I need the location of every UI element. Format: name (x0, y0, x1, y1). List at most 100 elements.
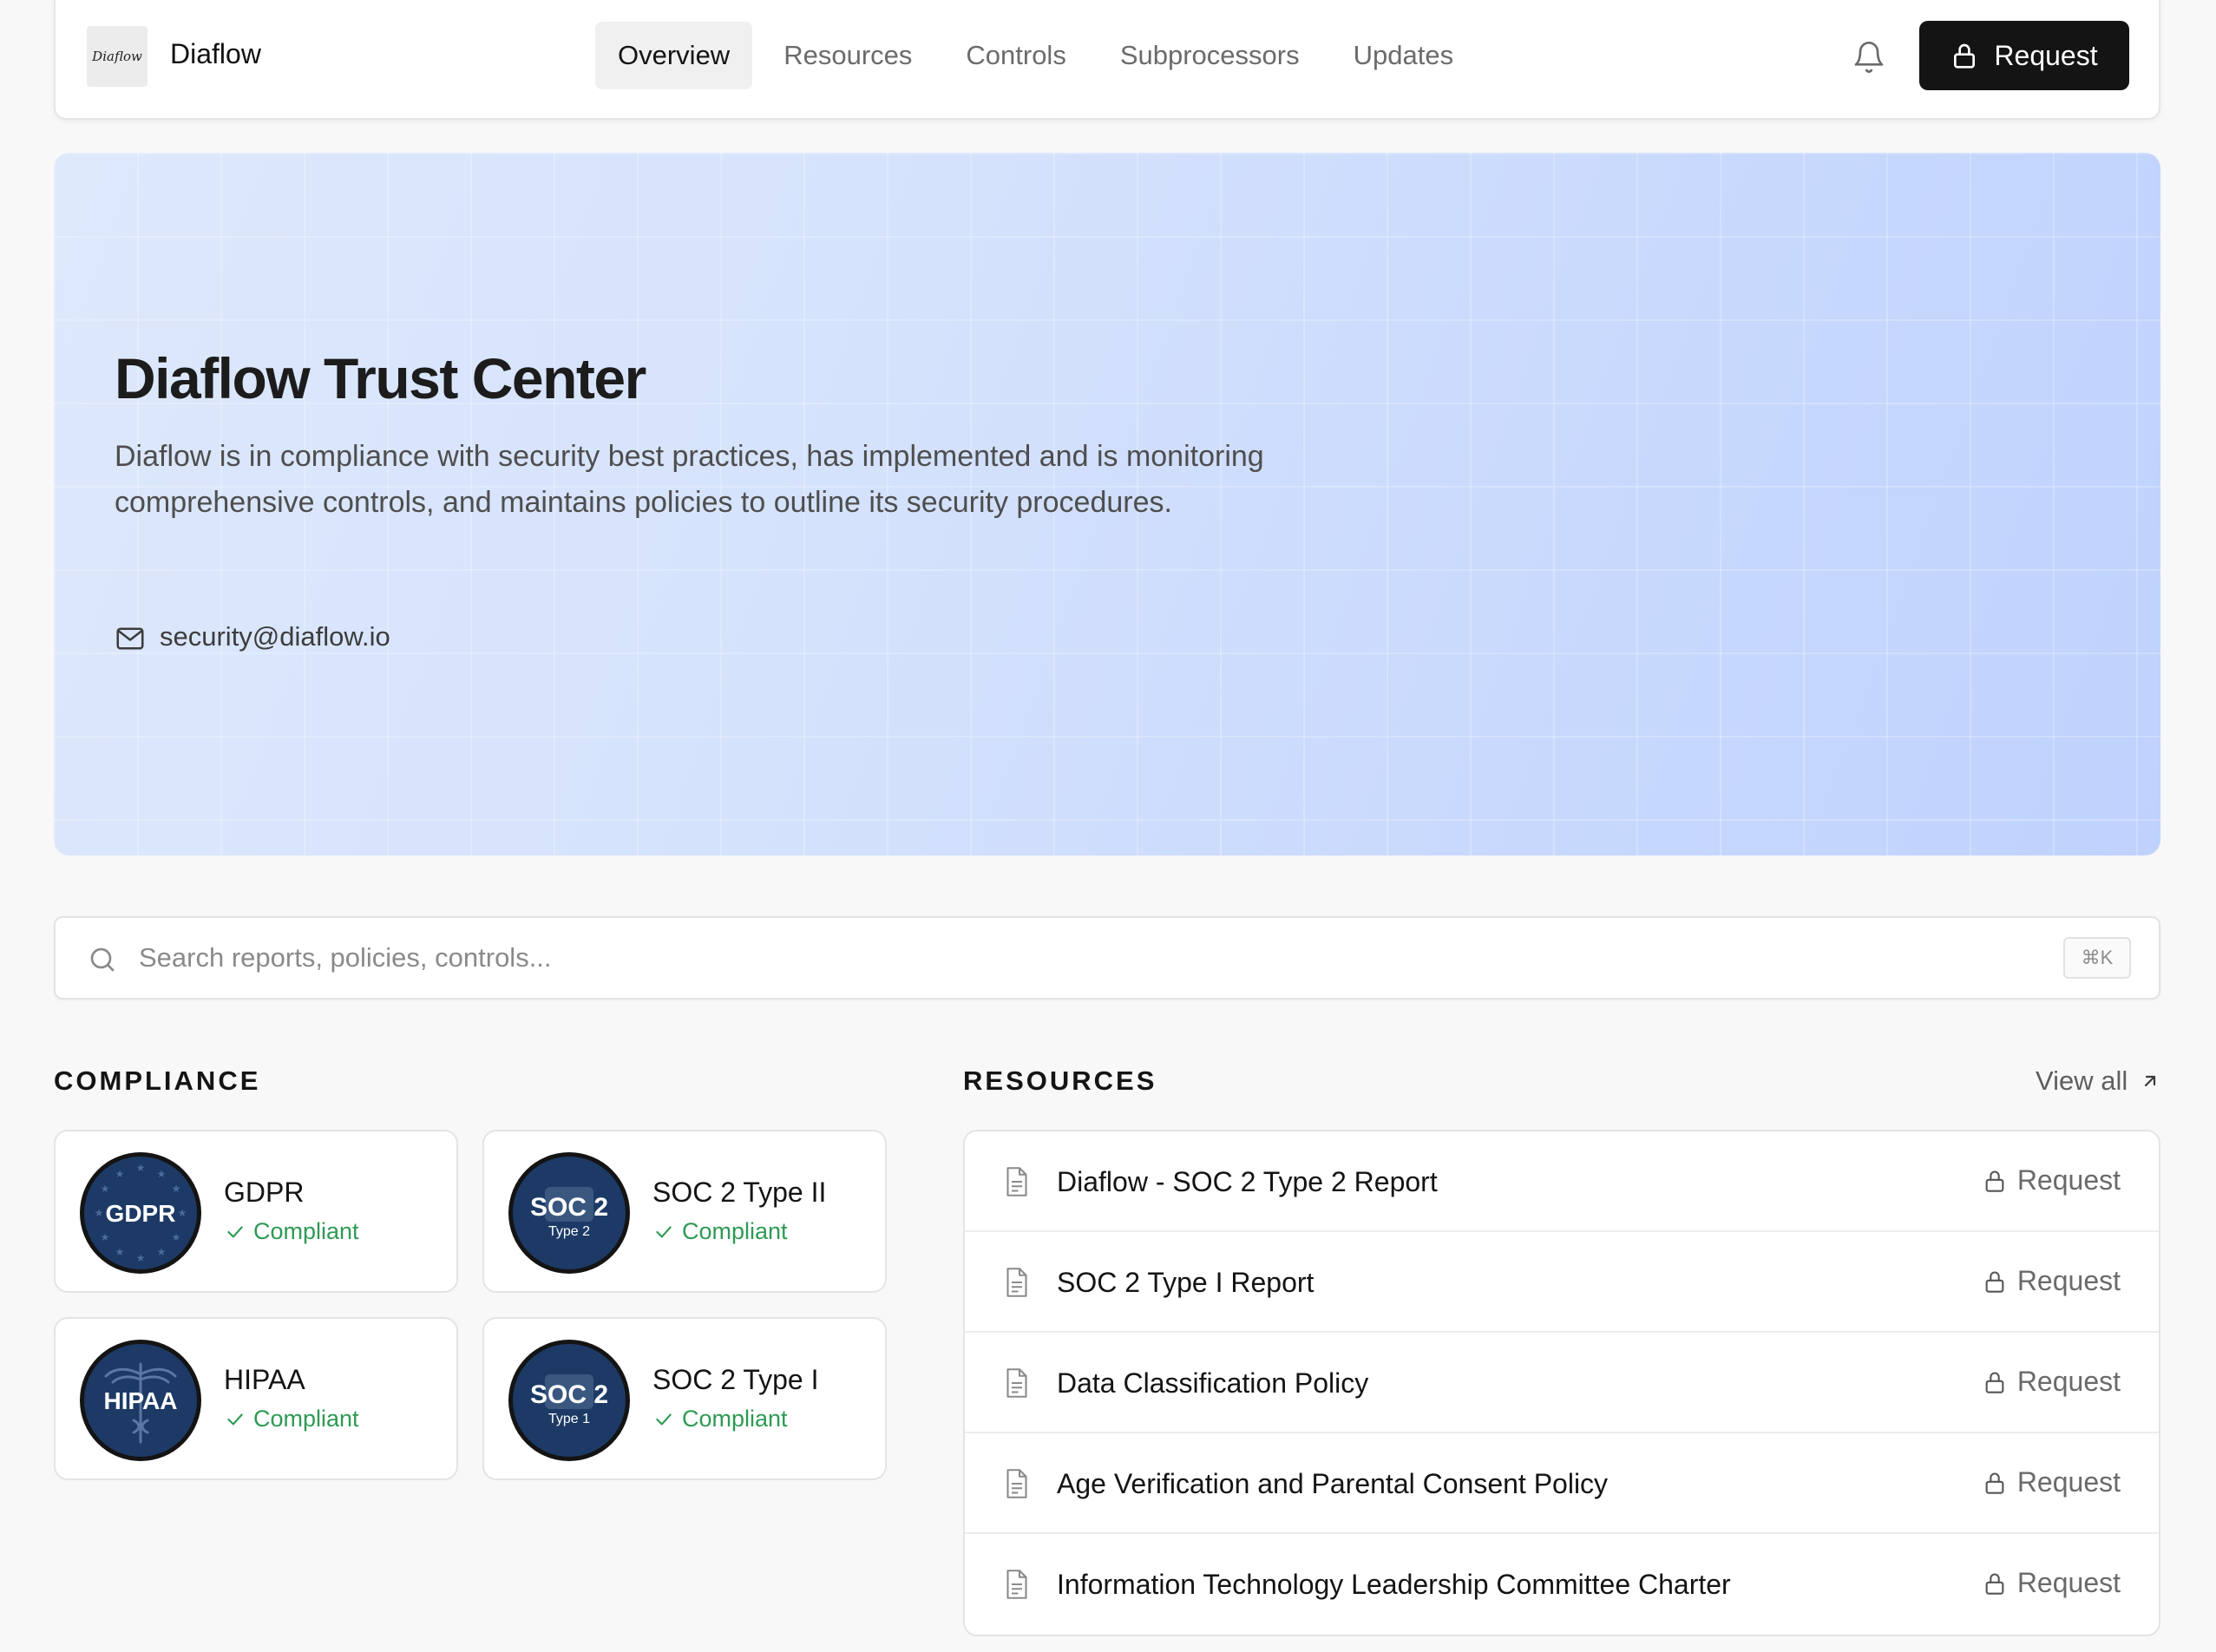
nav-item-overview[interactable]: Overview (595, 22, 753, 89)
nav-item-updates[interactable]: Updates (1331, 22, 1476, 89)
resource-title: SOC 2 Type I Report (1057, 1267, 1315, 1298)
compliance-name: SOC 2 Type II (652, 1177, 827, 1208)
lock-icon (1985, 1271, 2004, 1293)
lock-icon (1954, 43, 1976, 69)
resource-request-button[interactable]: Request (1983, 1366, 2121, 1398)
resource-request-label: Request (2016, 1366, 2121, 1397)
resource-request-label: Request (2016, 1265, 2121, 1296)
nav-item-controls[interactable]: Controls (943, 22, 1088, 89)
compliance-card-soc2-type1[interactable]: SOC 2 Type 1 SOC 2 Type I Compliant (482, 1317, 887, 1480)
svg-text:★: ★ (101, 1183, 110, 1195)
view-all-link[interactable]: View all (2036, 1065, 2160, 1097)
resource-row[interactable]: Diaflow - SOC 2 Type 2 Report Request (965, 1131, 2159, 1232)
lock-icon (1985, 1372, 2004, 1393)
main-nav: Overview Resources Controls Subprocessor… (595, 21, 1485, 90)
resource-title: Information Technology Leadership Commit… (1057, 1569, 1731, 1600)
resource-request-button[interactable]: Request (1983, 1265, 2121, 1297)
soc2-type1-badge-main-text: SOC 2 (530, 1380, 608, 1409)
mail-icon (116, 627, 144, 650)
svg-text:★: ★ (115, 1246, 125, 1258)
bell-icon[interactable] (1852, 40, 1886, 75)
compliance-status-label: Compliant (253, 1218, 359, 1244)
resource-request-button[interactable]: Request (1983, 1466, 2121, 1498)
soc2-type1-badge-sub-text: Type 1 (548, 1412, 590, 1426)
security-email-link[interactable]: security@diaflow.io (160, 621, 390, 652)
svg-text:★: ★ (95, 1207, 104, 1219)
svg-text:★: ★ (172, 1183, 181, 1195)
compliance-card-hipaa[interactable]: HIPAA HIPAA Compliant (54, 1317, 458, 1480)
soc2-type2-badge-main-text: SOC 2 (530, 1193, 608, 1222)
arrow-up-right-icon (2145, 1075, 2156, 1087)
brand-name[interactable]: Diaflow (170, 38, 261, 70)
compliance-status: Compliant (652, 1406, 788, 1432)
resource-row[interactable]: Data Classification Policy Request (965, 1333, 2159, 1433)
nav-item-resources[interactable]: Resources (761, 22, 934, 89)
resource-title: Diaflow - SOC 2 Type 2 Report (1057, 1166, 1438, 1197)
document-icon (1006, 1167, 1027, 1196)
page-title: Diaflow Trust Center (115, 346, 646, 410)
resource-title: Data Classification Policy (1057, 1367, 1369, 1399)
resource-request-label: Request (2016, 1466, 2121, 1498)
soc2-type2-badge-icon: SOC 2 Type 2 (508, 1152, 630, 1274)
svg-text:★: ★ (136, 1162, 146, 1174)
gdpr-badge-text: GDPR (106, 1200, 176, 1227)
check-icon (656, 1226, 672, 1237)
resource-row[interactable]: Information Technology Leadership Commit… (965, 1534, 2159, 1635)
search-icon (90, 947, 115, 972)
compliance-name: SOC 2 Type I (652, 1364, 819, 1395)
nav-item-subprocessors[interactable]: Subprocessors (1098, 22, 1322, 89)
document-icon (1006, 1368, 1027, 1398)
svg-text:★: ★ (136, 1252, 146, 1264)
gdpr-badge-icon: ★ ★ ★ ★ ★ ★ ★ ★ ★ ★ ★ ★ GDPR (80, 1152, 201, 1274)
resource-row[interactable]: Age Verification and Parental Consent Po… (965, 1433, 2159, 1534)
svg-text:★: ★ (157, 1168, 167, 1180)
search-bar: ⌘K (54, 916, 2160, 1000)
hero-banner: Diaflow Trust Center Diaflow is in compl… (54, 153, 2160, 856)
compliance-status-label: Compliant (253, 1406, 359, 1432)
compliance-status: Compliant (224, 1406, 359, 1432)
check-icon (656, 1413, 672, 1425)
svg-text:★: ★ (101, 1231, 110, 1243)
compliance-status-label: Compliant (682, 1218, 788, 1244)
lock-icon (1985, 1472, 2004, 1494)
resource-request-label: Request (2016, 1164, 2121, 1196)
hipaa-badge-icon: HIPAA (80, 1340, 201, 1461)
resource-request-button[interactable]: Request (1983, 1164, 2121, 1196)
resources-section-title: RESOURCES (963, 1065, 1157, 1096)
check-icon (227, 1226, 243, 1237)
compliance-card-gdpr[interactable]: ★ ★ ★ ★ ★ ★ ★ ★ ★ ★ ★ ★ GDPR GDPR Compliant (54, 1130, 458, 1293)
svg-text:★: ★ (115, 1168, 125, 1180)
compliance-card-soc2-type2[interactable]: SOC 2 Type 2 SOC 2 Type II Compliant (482, 1130, 887, 1293)
compliance-status-label: Compliant (682, 1406, 788, 1432)
document-icon (1006, 1268, 1027, 1297)
request-button-label: Request (1994, 39, 2098, 71)
top-navbar: Diaflow Diaflow Overview Resources Contr… (54, 0, 2160, 120)
lock-icon (1985, 1170, 2004, 1192)
resource-request-button[interactable]: Request (1983, 1567, 2121, 1599)
keyboard-shortcut-badge: ⌘K (2063, 937, 2131, 979)
svg-text:★: ★ (157, 1246, 167, 1258)
soc2-type1-badge-icon: SOC 2 Type 1 (508, 1340, 630, 1461)
view-all-label: View all (2036, 1065, 2128, 1096)
request-button[interactable]: Request (1919, 21, 2129, 90)
resources-list: Diaflow - SOC 2 Type 2 Report Request SO… (963, 1130, 2160, 1636)
check-icon (227, 1413, 243, 1425)
soc2-type2-badge-sub-text: Type 2 (548, 1224, 590, 1239)
resource-title: Age Verification and Parental Consent Po… (1057, 1468, 1609, 1499)
brand-logo[interactable]: Diaflow (87, 26, 148, 87)
svg-text:★: ★ (178, 1207, 187, 1219)
compliance-status: Compliant (224, 1218, 359, 1245)
resource-row[interactable]: SOC 2 Type I Report Request (965, 1232, 2159, 1333)
compliance-section-title: COMPLIANCE (54, 1065, 261, 1096)
document-icon (1006, 1570, 1027, 1599)
svg-text:★: ★ (172, 1231, 181, 1243)
hipaa-badge-text: HIPAA (103, 1387, 177, 1414)
brand-logo-text: Diaflow (92, 49, 142, 64)
lock-icon (1985, 1573, 2004, 1595)
hero-description: Diaflow is in compliance with security b… (115, 440, 1264, 519)
search-input[interactable] (139, 934, 2048, 982)
compliance-status: Compliant (652, 1218, 788, 1245)
document-icon (1006, 1469, 1027, 1498)
compliance-name: GDPR (224, 1177, 305, 1208)
compliance-name: HIPAA (224, 1364, 305, 1395)
